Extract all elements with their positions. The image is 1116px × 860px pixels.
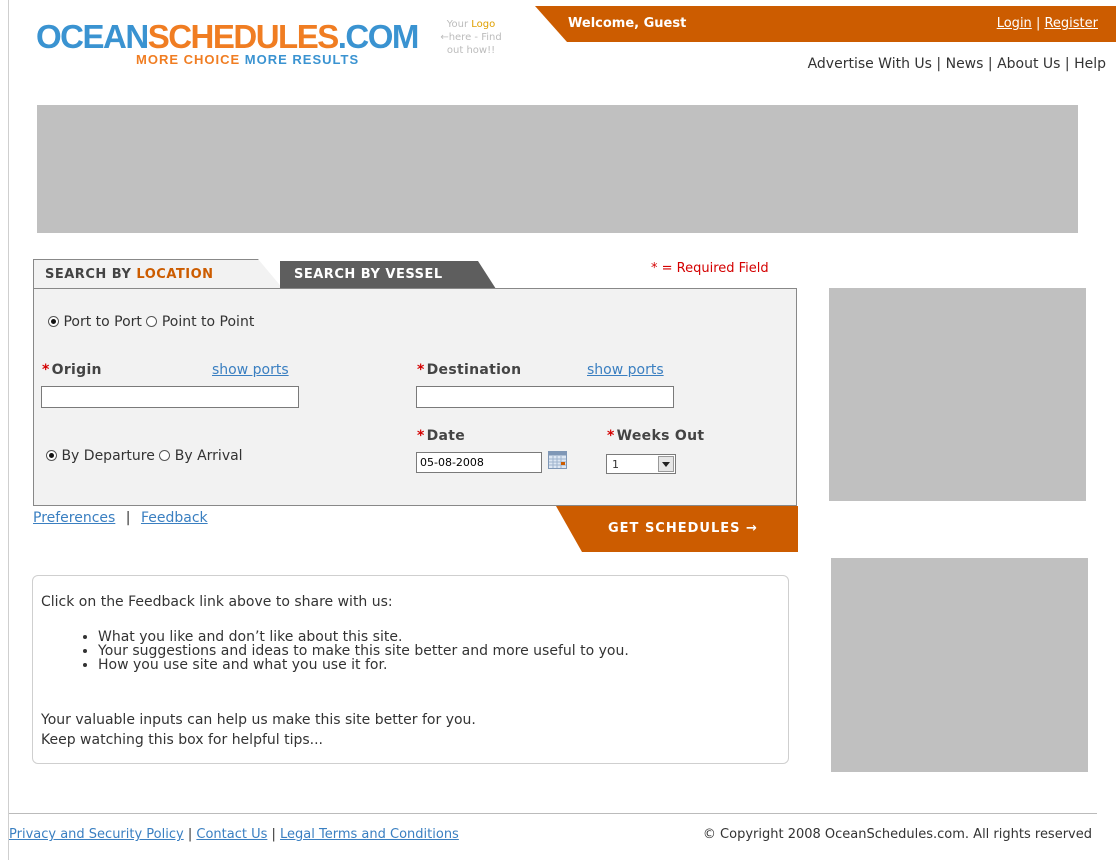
feedback-outro: Your valuable inputs can help us make th… <box>41 710 476 750</box>
origin-input[interactable] <box>41 386 299 408</box>
auth-links: Login | Register <box>997 16 1098 31</box>
register-link[interactable]: Register <box>1044 16 1098 31</box>
logo-wordmark: OCEANSCHEDULES.COM <box>36 20 419 53</box>
preferences-feedback-links: Preferences | Feedback <box>33 510 208 526</box>
required-field-note: * = Required Field <box>651 261 769 276</box>
tab-location-label[interactable]: SEARCH BY LOCATION <box>45 267 214 282</box>
required-asterisk: * <box>42 362 50 378</box>
list-item: Your suggestions and ideas to make this … <box>98 644 629 658</box>
legal-terms-link[interactable]: Legal Terms and Conditions <box>280 827 459 842</box>
your-logo-promo[interactable]: Your Logo ←here - Find out how!! <box>416 18 526 57</box>
radio-by-departure[interactable] <box>46 450 57 461</box>
list-item: How you use site and what you use it for… <box>98 658 629 672</box>
radio-port-to-port-label[interactable]: Port to Port <box>63 314 141 330</box>
tab-location-prefix: SEARCH BY <box>45 267 137 282</box>
search-mode-group: Port to Port Point to Point <box>48 314 254 330</box>
feedback-outro-line2: Keep watching this box for helpful tips.… <box>41 732 324 748</box>
origin-label: * Origin <box>42 362 102 378</box>
auth-separator: | <box>1035 16 1041 31</box>
radio-port-to-port[interactable] <box>48 316 59 327</box>
feedback-list: What you like and don’t like about this … <box>78 630 629 672</box>
feedback-outro-line1: Your valuable inputs can help us make th… <box>41 712 476 728</box>
weeks-out-label: * Weeks Out <box>607 428 704 444</box>
radio-by-arrival[interactable] <box>159 450 171 461</box>
preferences-link[interactable]: Preferences <box>33 510 115 526</box>
right-ad-1[interactable] <box>829 288 1086 501</box>
get-schedules-label[interactable]: GET SCHEDULES → <box>608 521 758 536</box>
top-nav: Advertise With Us | News | About Us | He… <box>807 56 1106 72</box>
destination-label-text: Destination <box>426 362 522 378</box>
nav-advertise[interactable]: Advertise With Us <box>808 56 932 72</box>
feedback-link[interactable]: Feedback <box>141 510 208 526</box>
required-asterisk: * <box>417 428 425 444</box>
footer-separator: | <box>187 827 193 842</box>
required-asterisk: * <box>607 428 615 444</box>
radio-by-arrival-label[interactable]: By Arrival <box>175 448 243 464</box>
date-label-text: Date <box>426 428 466 444</box>
tab-location-accent: LOCATION <box>136 267 214 282</box>
radio-by-departure-label[interactable]: By Departure <box>61 448 154 464</box>
your-logo-line2: ←here - Find <box>440 32 502 43</box>
calendar-icon[interactable] <box>548 451 567 469</box>
footer-links: Privacy and Security Policy | Contact Us… <box>9 827 459 842</box>
contact-us-link[interactable]: Contact Us <box>196 827 267 842</box>
top-banner-ad[interactable] <box>37 105 1078 233</box>
copyright-text: © Copyright 2008 OceanSchedules.com. All… <box>702 827 1092 842</box>
tagline-part1: MORE CHOICE <box>136 52 245 67</box>
chevron-down-icon[interactable] <box>658 456 674 472</box>
footer-divider <box>9 813 1097 814</box>
page-left-border <box>8 0 9 860</box>
your-logo-line3: out how!! <box>446 45 496 56</box>
right-ad-2[interactable] <box>831 558 1088 772</box>
date-label: * Date <box>417 428 465 444</box>
welcome-text: Welcome, Guest <box>568 16 687 31</box>
radio-point-to-point[interactable] <box>146 316 158 327</box>
your-logo-highlight: Logo <box>471 19 496 30</box>
destination-show-ports-link[interactable]: show ports <box>587 362 664 378</box>
nav-news[interactable]: News <box>946 56 984 72</box>
logo-part-schedules: SCHEDULES <box>147 18 340 55</box>
destination-label: * Destination <box>417 362 521 378</box>
nav-help[interactable]: Help <box>1074 56 1106 72</box>
date-input[interactable] <box>416 452 542 473</box>
link-separator: | <box>125 510 131 526</box>
logo-part-ocean: OCEAN <box>36 18 149 55</box>
your-logo-line1: Your Logo <box>416 18 526 31</box>
tagline-part2: MORE RESULTS <box>244 52 360 67</box>
logo-part-com: .COM <box>337 18 420 55</box>
timing-group: By Departure By Arrival <box>46 448 243 464</box>
radio-point-to-point-label[interactable]: Point to Point <box>162 314 254 330</box>
footer-separator: | <box>271 827 276 842</box>
login-link[interactable]: Login <box>997 16 1032 31</box>
weeks-out-select[interactable]: 1 <box>606 454 676 474</box>
feedback-intro: Click on the Feedback link above to shar… <box>41 594 393 610</box>
your-logo-text: Your <box>446 19 472 30</box>
tab-vessel-label[interactable]: SEARCH BY VESSEL <box>294 267 443 282</box>
destination-input[interactable] <box>416 386 674 408</box>
nav-about-us[interactable]: About Us <box>997 56 1060 72</box>
privacy-policy-link[interactable]: Privacy and Security Policy <box>9 827 184 842</box>
list-item: What you like and don’t like about this … <box>98 630 629 644</box>
weeks-out-label-text: Weeks Out <box>616 428 705 444</box>
origin-label-text: Origin <box>51 362 102 378</box>
site-logo[interactable]: OCEANSCHEDULES.COM MORE CHOICE MORE RESU… <box>36 20 419 70</box>
weeks-out-value: 1 <box>612 458 619 471</box>
logo-tagline: MORE CHOICE MORE RESULTS <box>136 52 359 67</box>
required-asterisk: * <box>417 362 425 378</box>
origin-show-ports-link[interactable]: show ports <box>212 362 289 378</box>
